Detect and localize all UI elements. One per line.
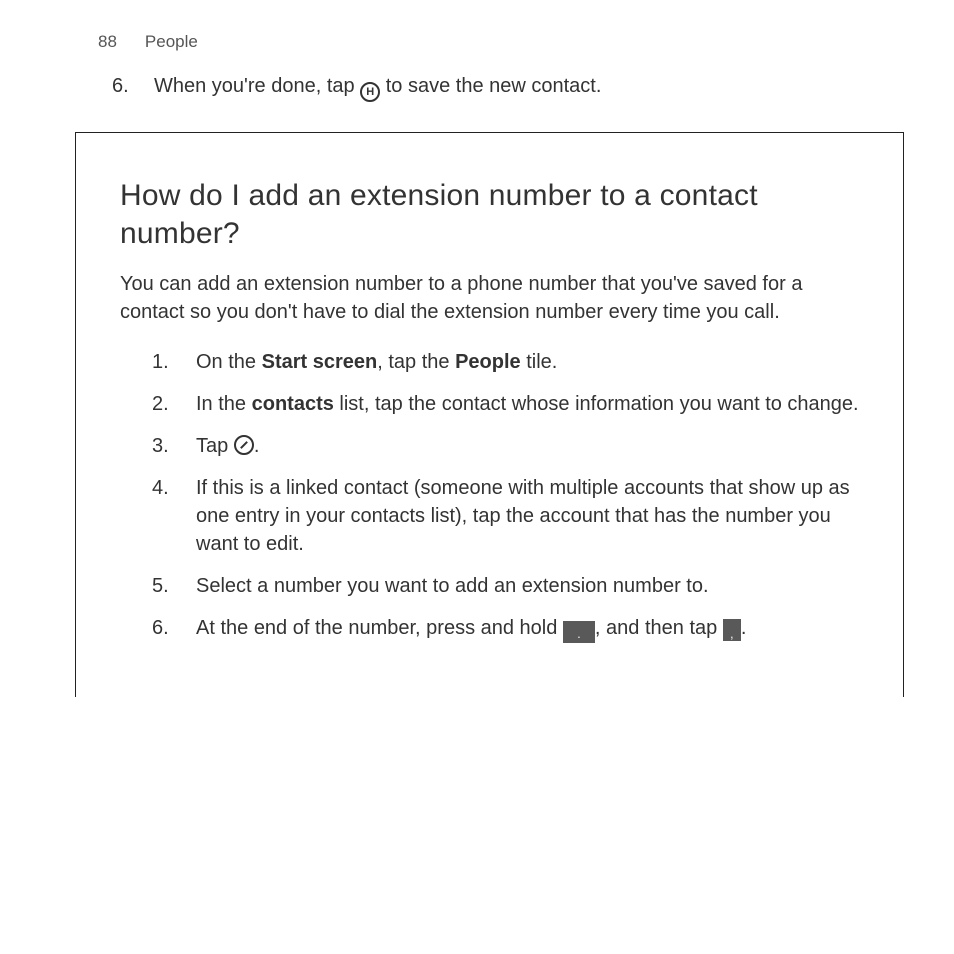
document-page: 88 People 6. When you're done, tap to sa…: [0, 0, 954, 697]
period-key-icon: .: [563, 621, 595, 643]
step-text-after: to save the new contact.: [386, 75, 602, 97]
step-text: Select a number you want to add an exten…: [196, 575, 709, 597]
bold-text: People: [455, 351, 521, 373]
faq-box: How do I add an extension number to a co…: [75, 132, 904, 697]
comma-key-icon: ,: [723, 619, 741, 641]
step-text: At the end of the number, press and hold…: [196, 617, 746, 639]
step-text-before: When you're done, tap: [154, 75, 360, 97]
list-item: At the end of the number, press and hold…: [152, 614, 859, 657]
page-header: 88 People: [98, 30, 904, 54]
list-item: If this is a linked contact (someone wit…: [152, 474, 859, 572]
steps-list: On the Start screen, tap the People tile…: [120, 348, 859, 657]
bold-text: Start screen: [262, 351, 378, 373]
step-text: When you're done, tap to save the new co…: [154, 72, 601, 103]
step-text: On the Start screen, tap the People tile…: [196, 351, 557, 373]
bold-text: contacts: [252, 393, 334, 415]
step-text: If this is a linked contact (someone wit…: [196, 477, 850, 555]
step-6-continuation: 6. When you're done, tap to save the new…: [112, 72, 904, 103]
list-item: Tap .: [152, 432, 859, 474]
faq-intro: You can add an extension number to a pho…: [120, 270, 859, 326]
list-item: In the contacts list, tap the contact wh…: [152, 390, 859, 432]
step-number: 6.: [112, 72, 154, 100]
edit-icon: [234, 435, 254, 455]
save-icon: [360, 82, 380, 102]
list-item: On the Start screen, tap the People tile…: [152, 348, 859, 390]
page-number: 88: [98, 30, 117, 54]
section-name: People: [145, 30, 198, 54]
list-item: Select a number you want to add an exten…: [152, 572, 859, 614]
step-text: In the contacts list, tap the contact wh…: [196, 393, 859, 415]
step-text: Tap .: [196, 435, 259, 457]
faq-title: How do I add an extension number to a co…: [120, 177, 859, 252]
